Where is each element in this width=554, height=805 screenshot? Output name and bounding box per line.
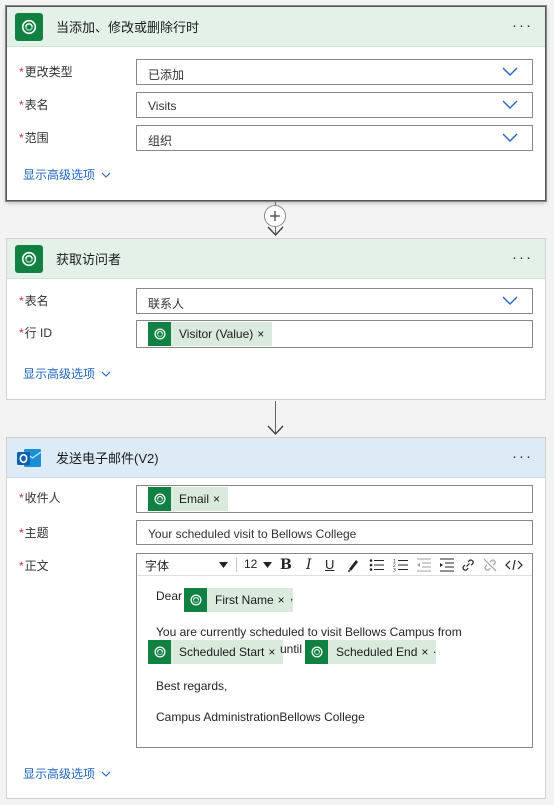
field-row-subject: *主题 Your scheduled visit to Bellows Coll… [7,520,545,546]
remove-token-icon[interactable]: × [268,645,275,659]
link-icon[interactable] [461,558,475,572]
card-header[interactable]: 发送电子邮件(V2) [7,438,545,478]
underline-button[interactable]: U [325,557,334,572]
caret-down-icon [219,562,228,568]
field-label: *表名 [19,98,49,112]
numbered-list-icon[interactable]: 123 [393,558,409,572]
trigger-card-row-changed[interactable]: 当添加、修改或删除行时 ··· *更改类型 已添加 *表名 Visits *范围… [6,6,546,201]
card-title: 当添加、修改或删除行时 [56,20,200,35]
dynamic-content-token[interactable]: Scheduled End × [305,640,437,664]
scope-dropdown[interactable]: 组织 [136,125,533,151]
show-advanced-options-link[interactable]: 显示高级选项 [23,166,111,183]
arrow-down-icon [267,226,284,237]
field-label: *表名 [19,294,49,308]
italic-button[interactable]: I [306,557,312,573]
field-label: *收件人 [19,491,61,505]
more-options-icon[interactable]: ··· [512,17,533,34]
table-name-dropdown[interactable]: 联系人 [136,288,533,314]
dataverse-icon [148,640,171,664]
more-options-icon[interactable]: ··· [512,249,533,266]
chevron-down-icon [502,67,518,77]
action-card-send-email[interactable]: 发送电子邮件(V2) ··· *收件人 Email × *主题 Your sch… [6,437,546,799]
bold-button[interactable]: B [280,557,292,573]
field-row-table-name: *表名 Visits [7,92,545,118]
decrease-indent-icon[interactable] [416,558,432,572]
dynamic-content-token[interactable]: Scheduled Start × [148,640,284,664]
dataverse-icon [148,322,171,346]
card-header[interactable]: 获取访问者 [7,239,545,279]
insert-step-button[interactable] [264,205,286,227]
field-label: *主题 [19,526,49,540]
editor-toolbar: 字体 12 B I U 123 [137,554,532,576]
field-row-scope: *范围 组织 [7,125,545,151]
code-view-icon[interactable] [505,558,523,572]
dataverse-icon [15,12,43,41]
action-card-get-visitor[interactable]: 获取访问者 ··· *表名 联系人 *行 ID Visitor (Value) … [6,238,546,400]
arrow-down-icon [267,425,284,436]
field-row-recipient: *收件人 Email × [7,485,545,513]
highlight-pen-icon[interactable] [346,558,360,572]
rich-text-editor[interactable]: 字体 12 B I U 123 Dear First Name × , You … [136,553,533,748]
caret-down-icon [263,562,272,568]
field-row-change-type: *更改类型 已添加 [7,59,545,85]
card-header[interactable]: 当添加、修改或删除行时 [7,7,545,47]
chevron-down-icon [502,133,518,143]
body-text-line: Dear [156,589,183,603]
row-id-input[interactable]: Visitor (Value) × [136,320,533,348]
chevron-down-icon [101,172,111,178]
field-label: *更改类型 [19,65,73,79]
chevron-down-icon [502,100,518,110]
font-family-select[interactable]: 字体 [145,557,169,574]
body-text-line: You are currently scheduled to visit Bel… [156,625,462,639]
remove-token-icon[interactable]: × [421,645,428,659]
card-title: 获取访问者 [56,252,122,267]
outlook-icon [15,444,43,472]
dynamic-content-token[interactable]: First Name × [184,588,293,612]
field-label: *行 ID [19,326,53,340]
change-type-dropdown[interactable]: 已添加 [136,59,533,85]
chevron-down-icon [502,296,518,306]
dataverse-icon [148,487,171,511]
dataverse-icon [305,640,328,664]
table-name-dropdown[interactable]: Visits [136,92,533,118]
show-advanced-options-link[interactable]: 显示高级选项 [23,365,111,382]
unlink-icon[interactable] [483,558,497,572]
remove-token-icon[interactable]: × [278,593,285,607]
font-size-select[interactable]: 12 [244,557,257,571]
recipient-input[interactable]: Email × [136,485,533,513]
dynamic-content-token[interactable]: Email × [148,487,229,511]
svg-text:3: 3 [393,568,396,573]
body-text-line: Best regards, [156,679,228,693]
chevron-down-icon [101,371,111,377]
dynamic-content-token[interactable]: Visitor (Value) × [148,322,273,346]
remove-token-icon[interactable]: × [257,327,264,341]
show-advanced-options-link[interactable]: 显示高级选项 [23,765,111,782]
field-label: *正文 [19,559,49,573]
plus-icon [270,211,280,221]
bullet-list-icon[interactable] [369,558,385,572]
body-text-line: Campus AdministrationBellows College [156,710,365,724]
remove-token-icon[interactable]: × [213,492,220,506]
card-title: 发送电子邮件(V2) [56,451,159,466]
more-options-icon[interactable]: ··· [512,448,533,465]
increase-indent-icon[interactable] [439,558,455,572]
subject-input[interactable]: Your scheduled visit to Bellows College [136,520,533,545]
field-row-table-name: *表名 联系人 [7,288,545,314]
field-row-row-id: *行 ID Visitor (Value) × [7,320,545,348]
field-label: *范围 [19,131,49,145]
dataverse-icon [184,588,207,612]
chevron-down-icon [101,771,111,777]
dataverse-icon [15,244,43,273]
